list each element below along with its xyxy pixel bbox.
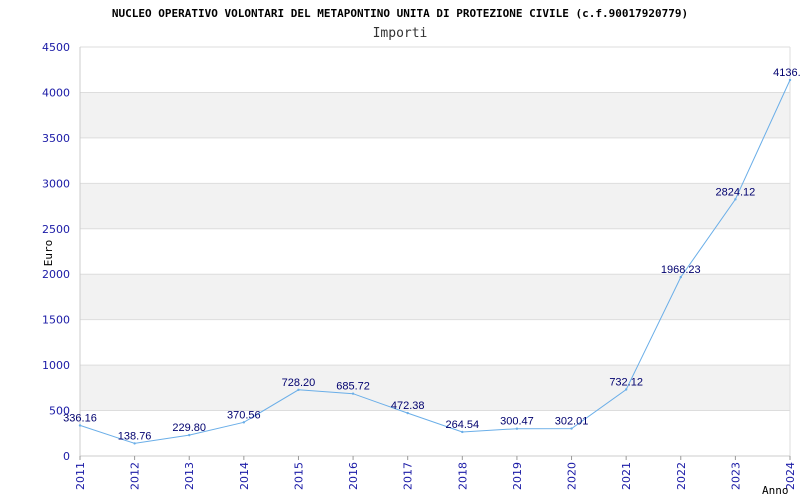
y-tick-label: 2500 (42, 223, 70, 236)
data-point (133, 442, 136, 445)
chart-subtitle: Importi (373, 26, 428, 41)
y-tick-label: 4000 (42, 86, 70, 99)
data-point (78, 424, 82, 427)
data-point (406, 411, 409, 415)
x-axis-label: Anno (762, 484, 789, 497)
data-label: 264.54 (445, 419, 479, 431)
x-tick-label: 2015 (292, 462, 305, 490)
data-point (788, 78, 792, 82)
data-label: 138.76 (118, 430, 152, 442)
x-tick-label: 2018 (456, 462, 469, 490)
plot-band (80, 365, 790, 411)
x-tick-label: 2011 (74, 462, 87, 490)
data-point (242, 421, 246, 424)
plot-band (80, 92, 790, 138)
x-tick-label: 2019 (511, 462, 524, 490)
data-point (624, 388, 628, 391)
data-label: 2824.12 (716, 186, 756, 198)
x-tick-label: 2023 (729, 462, 742, 490)
x-tick-label: 2012 (129, 462, 142, 490)
y-tick-label: 1500 (42, 314, 70, 327)
data-label: 300.47 (500, 416, 534, 428)
plot-band (80, 183, 790, 229)
chart: 050010001500200025003000350040004500 201… (0, 0, 800, 500)
data-point (188, 433, 191, 437)
x-tick-label: 2021 (620, 462, 633, 490)
x-tick-label: 2020 (566, 462, 579, 490)
data-label: 302.01 (555, 416, 589, 428)
data-label: 370.56 (227, 409, 261, 421)
y-tick-label: 0 (63, 450, 70, 463)
data-point (734, 198, 737, 201)
y-tick-label: 2000 (42, 268, 70, 281)
data-label: 336.16 (63, 412, 97, 424)
data-point (461, 430, 464, 434)
data-label: 472.38 (391, 400, 425, 412)
data-point (297, 388, 300, 392)
x-tick-label: 2014 (238, 462, 251, 490)
y-axis-label: Euro (42, 240, 55, 267)
y-tick-label: 3500 (42, 132, 70, 145)
x-tick-label: 2017 (402, 462, 415, 490)
data-label: 728.20 (282, 377, 316, 389)
data-point (570, 427, 573, 430)
x-tick-label: 2013 (183, 462, 196, 490)
plot-band (80, 274, 790, 320)
chart-title: NUCLEO OPERATIVO VOLONTARI DEL METAPONTI… (112, 7, 688, 20)
x-tick-label: 2022 (675, 462, 688, 490)
data-label: 4136.5 (773, 67, 800, 79)
data-label: 732.12 (609, 376, 643, 388)
data-label: 1968.23 (661, 264, 701, 276)
data-label: 229.80 (172, 422, 206, 434)
data-point (679, 275, 682, 279)
data-point (351, 392, 355, 395)
y-tick-label: 4500 (42, 41, 70, 54)
chart-background (0, 0, 800, 500)
data-label: 685.72 (336, 381, 370, 393)
data-point (515, 427, 519, 430)
x-tick-label: 2016 (347, 462, 360, 490)
y-tick-label: 3000 (42, 177, 70, 190)
y-tick-label: 1000 (42, 359, 70, 372)
